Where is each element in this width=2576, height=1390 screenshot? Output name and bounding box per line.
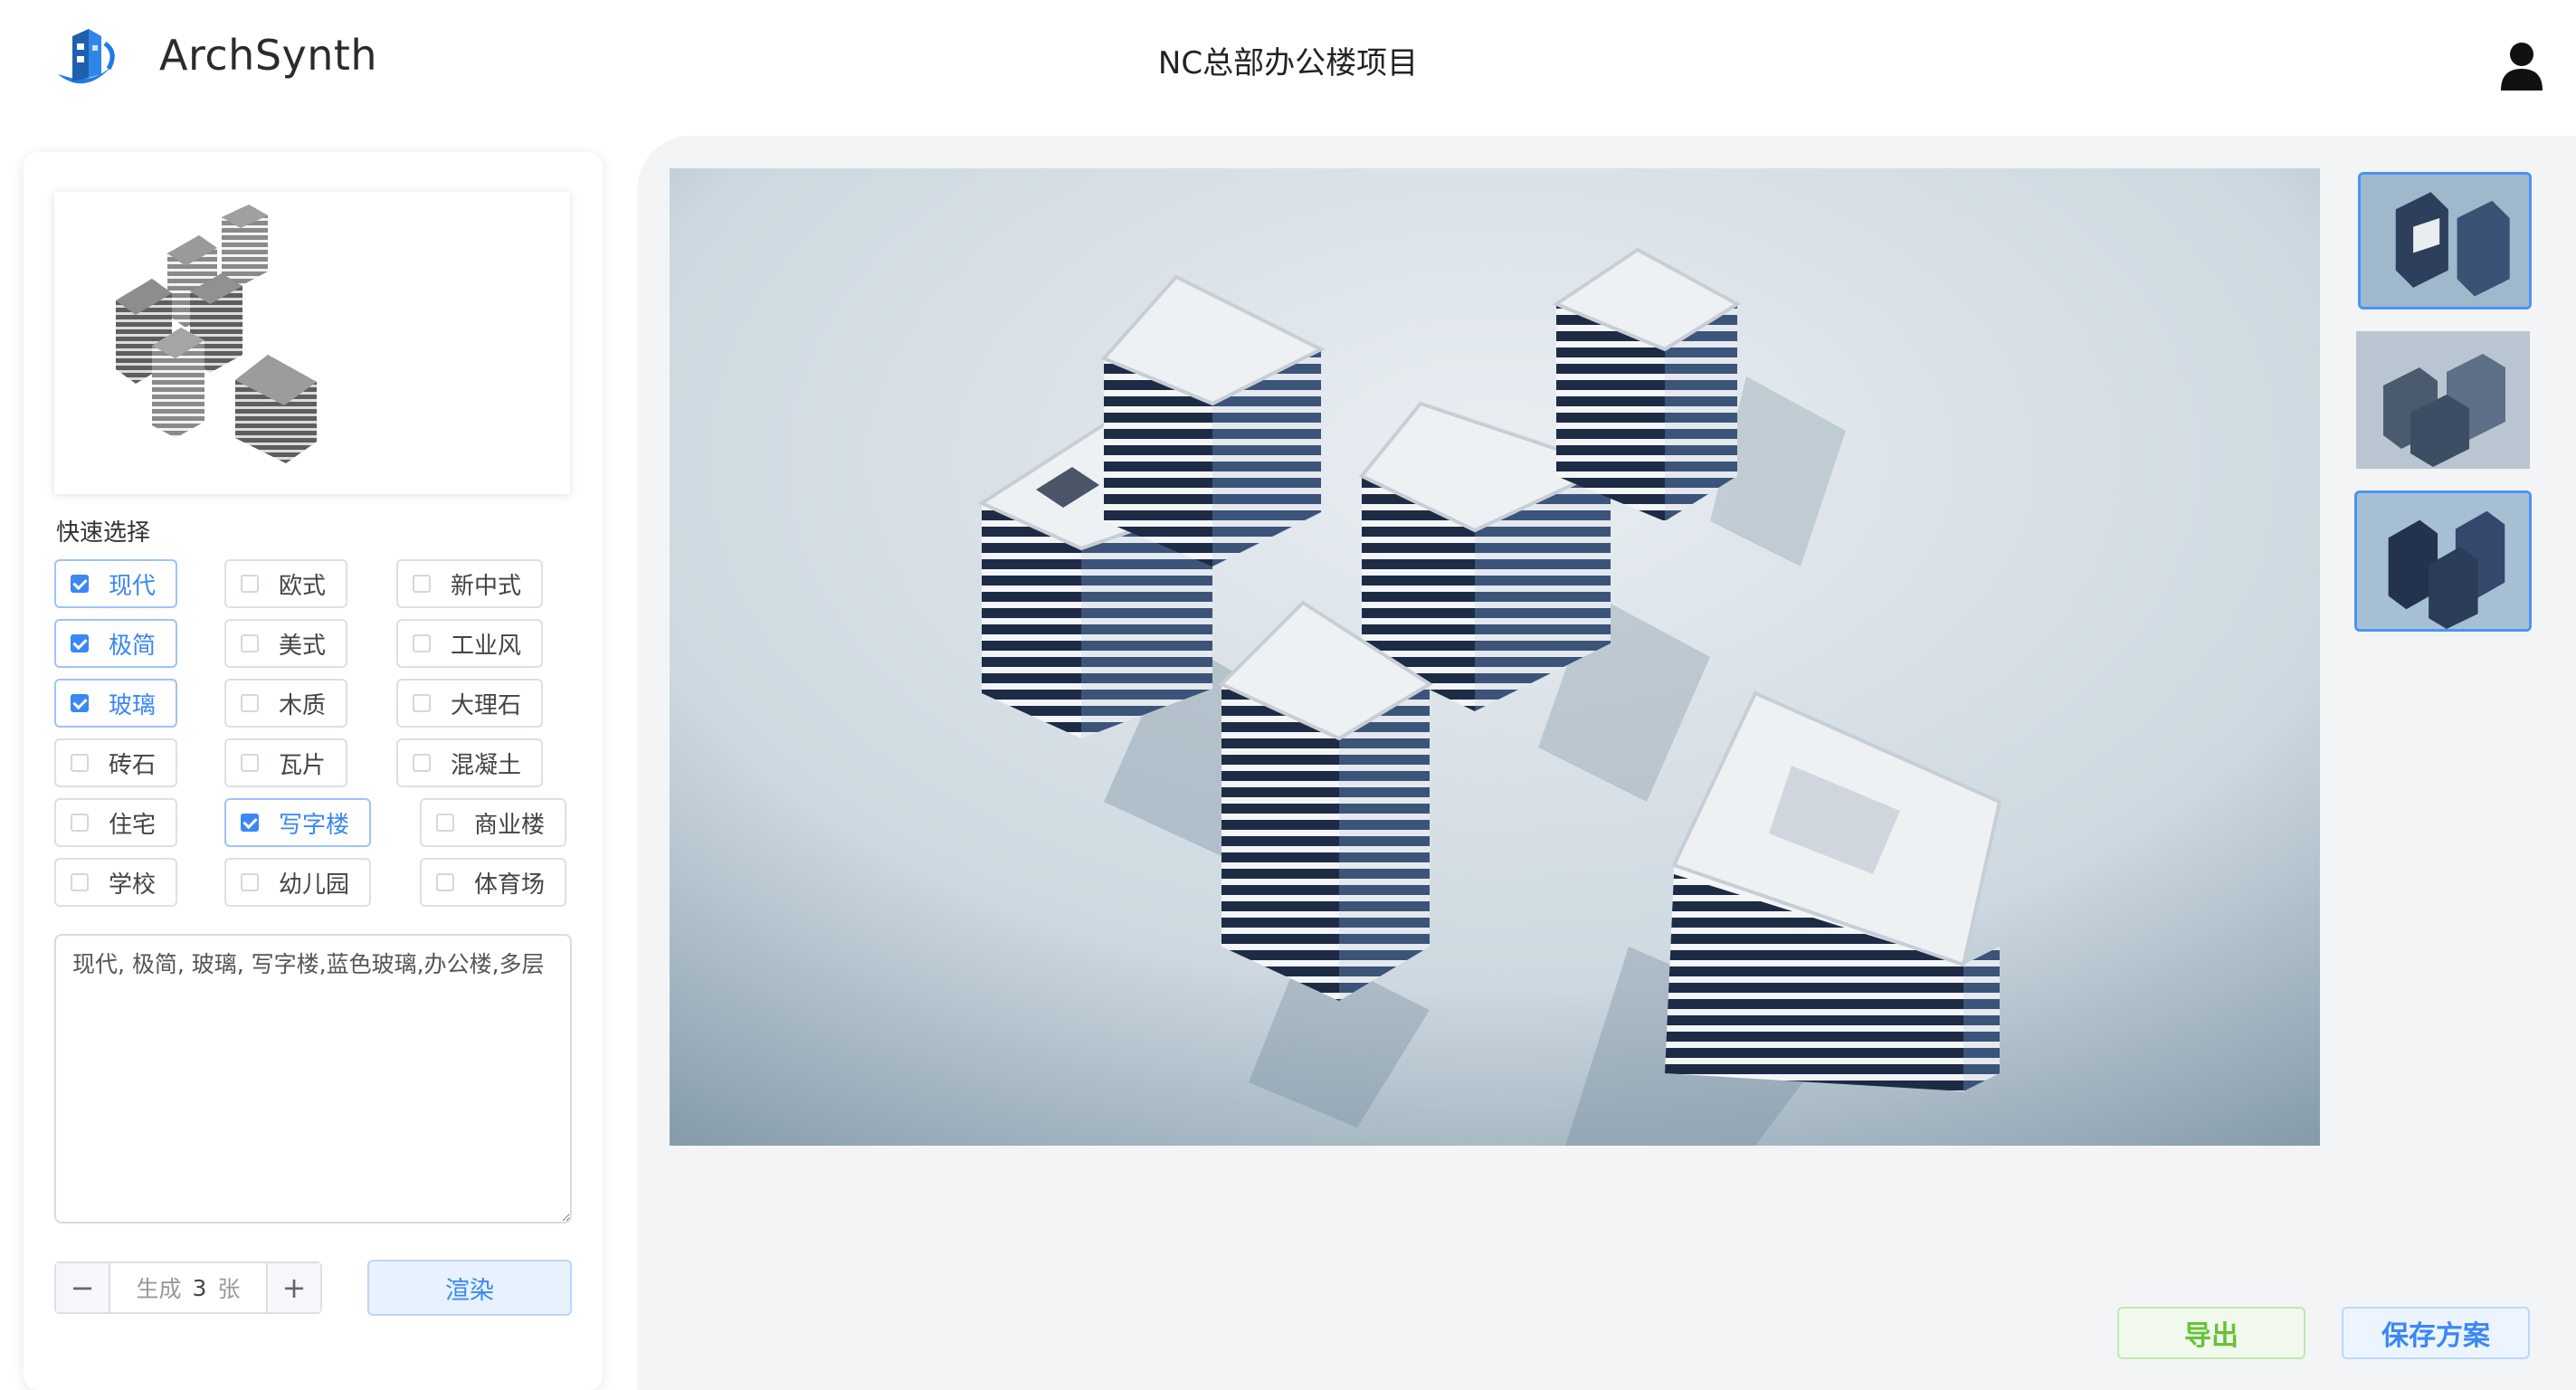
style-tag[interactable]: 玻璃 (54, 679, 177, 728)
style-tag[interactable]: 木质 (224, 679, 347, 728)
style-tag-label: 工业风 (451, 632, 522, 660)
style-tag[interactable]: 住宅 (54, 798, 177, 847)
prompt-textarea[interactable] (54, 934, 572, 1223)
style-tag-label: 学校 (109, 871, 157, 899)
checkbox-icon[interactable] (71, 634, 89, 652)
checkbox-icon[interactable] (71, 754, 89, 772)
render-thumbnail[interactable] (2354, 490, 2532, 632)
style-tag[interactable]: 瓦片 (224, 738, 347, 787)
checkbox-icon[interactable] (413, 634, 431, 652)
render-result-image (670, 168, 2320, 1146)
checkbox-icon[interactable] (436, 873, 454, 891)
checkbox-icon[interactable] (436, 814, 454, 832)
style-tag[interactable]: 砖石 (54, 738, 177, 787)
generate-count-stepper[interactable]: − 生成 3 张 + (54, 1261, 322, 1314)
style-tag-label: 体育场 (474, 871, 546, 899)
thumbnail-image (2356, 331, 2530, 469)
checkbox-icon[interactable] (413, 694, 431, 712)
checkbox-icon[interactable] (71, 575, 89, 593)
style-tag-label: 商业楼 (474, 811, 546, 839)
checkbox-icon[interactable] (241, 814, 259, 832)
style-tag-label: 玻璃 (109, 691, 157, 719)
style-tag-label: 欧式 (279, 572, 327, 600)
thumbnail-image (2361, 175, 2529, 307)
style-tag[interactable]: 大理石 (396, 679, 543, 728)
export-button[interactable]: 导出 (2117, 1307, 2305, 1359)
style-tag-label: 幼儿园 (279, 871, 350, 899)
save-plan-button[interactable]: 保存方案 (2342, 1307, 2530, 1359)
style-tag[interactable]: 欧式 (224, 559, 347, 608)
checkbox-icon[interactable] (241, 634, 259, 652)
style-tag[interactable]: 商业楼 (420, 798, 566, 847)
decrement-button[interactable]: − (56, 1263, 110, 1312)
render-thumbnail[interactable] (2356, 331, 2530, 469)
user-icon[interactable] (2499, 40, 2544, 90)
style-tag-label: 新中式 (451, 572, 522, 600)
thumbnail-image (2357, 493, 2529, 629)
project-title: NC总部办公楼项目 (1157, 45, 1419, 81)
checkbox-icon[interactable] (413, 575, 431, 593)
checkbox-icon[interactable] (71, 694, 89, 712)
generate-count-display[interactable]: 生成 3 张 (110, 1263, 266, 1312)
massing-preview (54, 192, 570, 494)
style-tag-label: 砖石 (109, 751, 157, 779)
checkbox-icon[interactable] (71, 873, 89, 891)
settings-panel: 快速选择 现代 欧式 新中式极简 美式 工业风玻璃 木质 大理石砖石 瓦片 混凝土住宅 写字楼 商业… (24, 152, 603, 1390)
style-tag[interactable]: 美式 (224, 619, 347, 668)
style-tag-label: 美式 (279, 632, 327, 660)
style-tag-label: 极简 (109, 632, 157, 660)
checkbox-icon[interactable] (241, 754, 259, 772)
quick-select-label: 快速选择 (56, 519, 151, 547)
generate-count-value: 3 (192, 1274, 207, 1301)
style-tag[interactable]: 工业风 (396, 619, 543, 668)
style-tag[interactable]: 现代 (54, 559, 177, 608)
generate-suffix: 张 (217, 1276, 241, 1302)
app-header: ArchSynth NC总部办公楼项目 (0, 0, 2576, 127)
checkbox-icon[interactable] (413, 754, 431, 772)
style-tag[interactable]: 学校 (54, 858, 177, 907)
generate-prefix: 生成 (136, 1276, 182, 1302)
checkbox-icon[interactable] (241, 575, 259, 593)
style-tag[interactable]: 混凝土 (396, 738, 543, 787)
style-tag-label: 写字楼 (279, 811, 350, 839)
style-tag[interactable]: 体育场 (420, 858, 566, 907)
style-tag[interactable]: 新中式 (396, 559, 543, 608)
style-tag-label: 混凝土 (451, 751, 522, 779)
style-tag-label: 住宅 (109, 811, 157, 839)
checkbox-icon[interactable] (71, 814, 89, 832)
massing-model-image (116, 205, 317, 463)
render-thumbnail[interactable] (2358, 172, 2532, 309)
checkbox-icon[interactable] (241, 873, 259, 891)
style-tag-label: 瓦片 (279, 751, 327, 779)
style-tag-label: 现代 (109, 572, 157, 600)
style-tag-label: 大理石 (451, 691, 522, 719)
style-tag-label: 木质 (279, 691, 327, 719)
style-tag[interactable]: 极简 (54, 619, 177, 668)
style-tag[interactable]: 幼儿园 (224, 858, 371, 907)
style-tag[interactable]: 写字楼 (224, 798, 371, 847)
render-button[interactable]: 渲染 (367, 1260, 572, 1316)
checkbox-icon[interactable] (241, 694, 259, 712)
increment-button[interactable]: + (266, 1263, 320, 1312)
